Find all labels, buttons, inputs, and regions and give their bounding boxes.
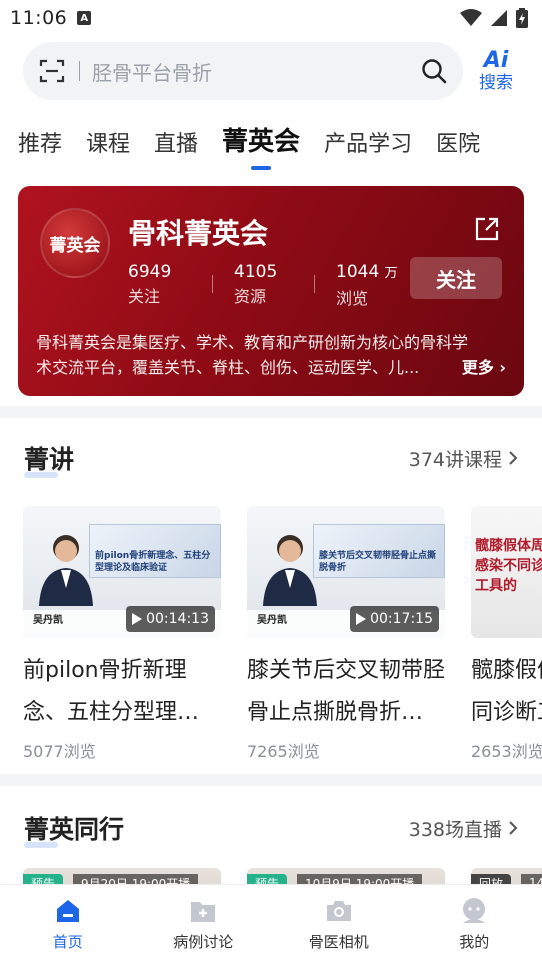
search-box[interactable]: 胫骨平台骨折 (23, 42, 463, 100)
chevron-right-icon (509, 451, 518, 465)
nav-camera[interactable]: 骨医相机 (271, 885, 407, 963)
status-icons (460, 8, 528, 28)
follow-button[interactable]: 关注 (410, 257, 502, 299)
duration-badge: 00:17:15 (350, 606, 439, 632)
stat-resources-value: 4105 (234, 262, 278, 282)
tab-hospital[interactable]: 医院 (436, 126, 480, 168)
live-count: 338场直播 (408, 818, 502, 841)
tab-courses[interactable]: 课程 (86, 126, 130, 168)
ai-search-button[interactable]: Ai 搜索 (475, 48, 517, 94)
stat-followers: 6949 关注 (128, 261, 212, 311)
category-tabs: 推荐 课程 直播 菁英会 产品学习 医院 (18, 118, 504, 170)
elite-club-card[interactable]: 菁英会 骨科菁英会 6949 关注 4105 资源 1044 万 浏览 关注 骨… (18, 186, 524, 396)
stat-views-number: 1044 (336, 262, 380, 282)
lectures-more-link[interactable]: 374讲课程 (409, 445, 518, 472)
more-link[interactable]: 更多 › (462, 355, 506, 380)
stat-views-value: 1044 万 (336, 261, 416, 285)
lectures-title: 菁讲 (24, 440, 74, 478)
duration-text: 00:17:15 (370, 611, 433, 627)
tab-product-learning[interactable]: 产品学习 (324, 126, 412, 168)
description-line-2-text: 术交流平台，覆盖关节、脊柱、创伤、运动医学、儿... (36, 358, 420, 377)
camera-icon (326, 901, 351, 921)
profile-icon (463, 898, 486, 923)
course-views: 2653浏览 (471, 742, 542, 761)
stat-resources: 4105 资源 (212, 261, 314, 311)
nav-profile-label: 我的 (459, 933, 490, 951)
lectures-count: 374讲课程 (408, 448, 502, 471)
course-card[interactable]: 髋膝假体周围感染不同诊断工具的 髋膝假体周围感染不同诊断工具的 2653浏览 (471, 506, 542, 762)
signal-icon (491, 10, 507, 26)
thumbnail-banner-text: 髋膝假体周围感染不同诊断工具的 (475, 538, 542, 594)
search-input[interactable]: 胫骨平台骨折 (92, 57, 421, 86)
course-list: 前pilon骨折新理念、五柱分型理论及临床验证 吴丹凯 00:14:13 前pi… (23, 506, 542, 762)
notification-a-icon: A (77, 11, 92, 25)
course-thumbnail: 前pilon骨折新理念、五柱分型理论及临床验证 吴丹凯 00:14:13 (23, 506, 221, 638)
course-views: 7265浏览 (247, 742, 320, 761)
case-folder-icon (191, 902, 216, 922)
nav-home[interactable]: 首页 (0, 885, 136, 963)
stat-followers-label: 关注 (128, 287, 161, 306)
tab-elite-club[interactable]: 菁英会 (222, 121, 300, 170)
wifi-icon (460, 9, 482, 26)
battery-icon (516, 8, 528, 28)
speaker-portrait (39, 535, 93, 606)
duration-badge: 00:14:13 (126, 606, 215, 632)
section-divider (0, 406, 542, 418)
nav-camera-label: 骨医相机 (308, 933, 369, 951)
stat-followers-value: 6949 (128, 262, 172, 282)
stat-views-unit: 万 (384, 266, 398, 281)
stat-views: 1044 万 浏览 (314, 261, 416, 311)
tab-live[interactable]: 直播 (154, 126, 198, 168)
scan-icon[interactable] (39, 58, 65, 84)
thumbnail-banner-text: 膝关节后交叉韧带胫骨止点撕脱骨折 (319, 551, 437, 573)
ai-search-label: 搜索 (479, 73, 513, 93)
stat-views-label: 浏览 (336, 289, 369, 308)
speaker-name: 吴丹凯 (33, 615, 63, 626)
course-views: 5077浏览 (23, 742, 96, 761)
stats-row: 6949 关注 4105 资源 1044 万 浏览 (128, 261, 416, 311)
course-title: 膝关节后交叉韧带胫骨止点撕脱骨折的三维分型与治疗策略 (247, 658, 445, 725)
share-icon[interactable] (474, 216, 500, 242)
stat-resources-label: 资源 (234, 287, 267, 306)
nav-case-discussion[interactable]: 病例讨论 (136, 885, 272, 963)
tab-recommend[interactable]: 推荐 (18, 126, 62, 168)
course-thumbnail: 膝关节后交叉韧带胫骨止点撕脱骨折 吴丹凯 00:17:15 (247, 506, 445, 638)
status-bar: 11:06 A (0, 0, 542, 36)
nav-home-label: 首页 (52, 933, 83, 951)
course-title: 髋膝假体周围感染不同诊断工具的 (471, 658, 542, 725)
speaker-portrait (263, 535, 317, 606)
nav-profile[interactable]: 我的 (407, 885, 542, 963)
status-time: 11:06 (10, 7, 68, 29)
description-line-1: 骨科菁英会是集医疗、学术、教育和产研创新为核心的骨科学 (36, 333, 469, 352)
chevron-right-icon (509, 821, 518, 835)
lectures-header: 菁讲 374讲课程 (24, 440, 518, 478)
bottom-nav: 首页 病例讨论 骨医相机 我的 (0, 884, 542, 963)
nav-case-label: 病例讨论 (173, 933, 234, 951)
live-more-link[interactable]: 338场直播 (409, 815, 518, 842)
search-divider (79, 61, 80, 81)
live-section-title: 菁英同行 (24, 810, 124, 848)
duration-text: 00:14:13 (146, 611, 209, 627)
course-title: 前pilon骨折新理念、五柱分型理论及临床验证 (23, 658, 221, 725)
live-header: 菁英同行 338场直播 (24, 810, 518, 848)
course-card[interactable]: 膝关节后交叉韧带胫骨止点撕脱骨折 吴丹凯 00:17:15 膝关节后交叉韧带胫骨… (247, 506, 445, 762)
course-card[interactable]: 前pilon骨折新理念、五柱分型理论及临床验证 吴丹凯 00:14:13 前pi… (23, 506, 221, 762)
home-icon (56, 900, 79, 922)
elite-club-description: 骨科菁英会是集医疗、学术、教育和产研创新为核心的骨科学 术交流平台，覆盖关节、脊… (36, 330, 506, 380)
thumbnail-banner-text: 前pilon骨折新理念、五柱分型理论及临床验证 (95, 551, 211, 573)
search-row: 胫骨平台骨折 Ai 搜索 (23, 42, 523, 100)
ai-icon: Ai (483, 48, 509, 73)
play-icon (356, 613, 367, 625)
section-divider (0, 774, 542, 786)
elite-club-logo: 菁英会 (40, 208, 110, 278)
course-thumbnail: 髋膝假体周围感染不同诊断工具的 (471, 506, 542, 638)
speaker-name: 吴丹凯 (257, 615, 287, 626)
description-line-2: 术交流平台，覆盖关节、脊柱、创伤、运动医学、儿... 更多 › (36, 355, 506, 380)
elite-club-title: 骨科菁英会 (128, 217, 269, 250)
more-label: 更多 (461, 358, 494, 377)
search-icon[interactable] (421, 58, 447, 84)
play-icon (132, 613, 143, 625)
